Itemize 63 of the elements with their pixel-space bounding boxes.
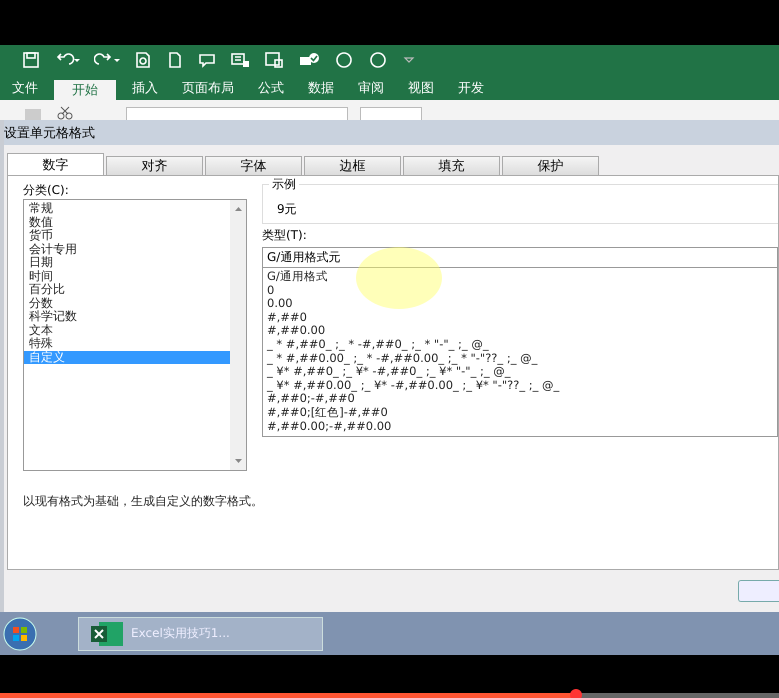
form-icon[interactable] [230, 51, 250, 69]
dialog-tab[interactable]: 填充 [403, 156, 500, 175]
scissors-icon[interactable] [56, 106, 74, 120]
category-item[interactable]: 特殊 [24, 337, 230, 350]
type-label: 类型(T): [262, 227, 308, 244]
format-item[interactable]: _ * #,##0.00_ ;_ * -#,##0.00_ ;_ * "-"??_ ;_ @_ [267, 352, 773, 366]
scroll-up-icon[interactable] [234, 206, 242, 212]
scroll-down-icon[interactable] [234, 458, 242, 464]
category-label: 分类(C): [23, 182, 70, 199]
format-item[interactable]: #,##0;[红色]-#,##0 [267, 406, 773, 420]
format-item[interactable]: _ ¥* #,##0_ ;_ ¥* -#,##0_ ;_ ¥* "-"_ ;_ @_ [267, 365, 773, 379]
category-item[interactable]: 科学记数 [24, 310, 230, 324]
save-icon[interactable] [22, 51, 40, 69]
dialog-tab[interactable]: 字体 [205, 156, 302, 175]
format-item[interactable]: G/通用格式 [267, 270, 773, 284]
ribbon-tab[interactable]: 视图 [408, 80, 434, 100]
category-item[interactable]: 会计专用 [24, 242, 230, 256]
ribbon-tab[interactable]: 公式 [258, 80, 284, 100]
font-name-field[interactable] [126, 107, 348, 120]
format-item[interactable]: #,##0.00;-#,##0.00 [267, 420, 773, 434]
category-item[interactable]: 货币 [24, 229, 230, 242]
excel-icon[interactable] [89, 620, 125, 648]
category-item[interactable]: 时间 [24, 270, 230, 283]
ribbon-tab[interactable]: 开始 [54, 80, 116, 100]
font-size-field[interactable] [360, 107, 422, 120]
ribbon-tab[interactable]: 文件 [12, 80, 38, 100]
format-item[interactable]: _ * #,##0_ ;_ * -#,##0_ ;_ * "-"_ ;_ @_ [267, 338, 773, 352]
circle-icon[interactable] [334, 51, 354, 69]
format-item[interactable]: _ ¥* #,##0.00_ ;_ ¥* -#,##0.00_ ;_ ¥* "-"??_ ;_ @_ [267, 378, 773, 392]
format-item[interactable]: 0 [267, 284, 773, 298]
dialog-tab[interactable]: 边框 [304, 156, 401, 175]
format-item[interactable]: #,##0.00 [267, 324, 773, 338]
category-item[interactable]: 分数 [24, 296, 230, 310]
category-item[interactable]: 日期 [24, 256, 230, 270]
dialog-tab[interactable]: 数字 [7, 153, 104, 175]
ribbon-tab[interactable]: 数据 [308, 80, 334, 100]
sample-value: 9元 [277, 201, 298, 218]
format-item[interactable]: 0.00 [267, 297, 773, 311]
format-item[interactable]: #,##0 [267, 310, 773, 324]
ribbon-tab[interactable]: 开发 [458, 80, 484, 100]
category-item[interactable]: 百分比 [24, 283, 230, 296]
category-item[interactable]: 数值 [24, 216, 230, 229]
ribbon-tab[interactable]: 页面布局 [182, 80, 234, 100]
type-input-field[interactable]: G/通用格式元 [262, 247, 778, 268]
ribbon-tab[interactable]: 审阅 [358, 80, 384, 100]
format-item[interactable]: #,##0;-#,##0 [267, 392, 773, 406]
category-item[interactable]: 文本 [24, 324, 230, 337]
document-icon[interactable] [166, 51, 184, 69]
scrollbar[interactable] [230, 200, 246, 470]
dialog-tab[interactable]: 保护 [502, 156, 599, 175]
progress-thumb[interactable] [570, 689, 582, 698]
print-preview-icon[interactable] [134, 51, 152, 69]
comment-icon[interactable] [198, 51, 216, 69]
dialog-title: 设置单元格格式 [4, 124, 95, 142]
category-item[interactable]: 常规 [24, 202, 230, 216]
dialog-tab[interactable]: 对齐 [106, 156, 203, 175]
ribbon-tab[interactable]: 插入 [132, 80, 158, 100]
sample-legend: 示例 [269, 176, 299, 193]
category-list[interactable]: 常规 数值 货币 会计专用 日期 时间 百分比 分数 科学记数 文本 特殊 自定义 [23, 199, 247, 471]
description-text: 以现有格式为基础，生成自定义的数字格式。 [23, 493, 264, 510]
screenshot-icon[interactable] [264, 51, 284, 69]
type-list[interactable] [262, 268, 778, 437]
circle-icon[interactable] [368, 51, 388, 69]
